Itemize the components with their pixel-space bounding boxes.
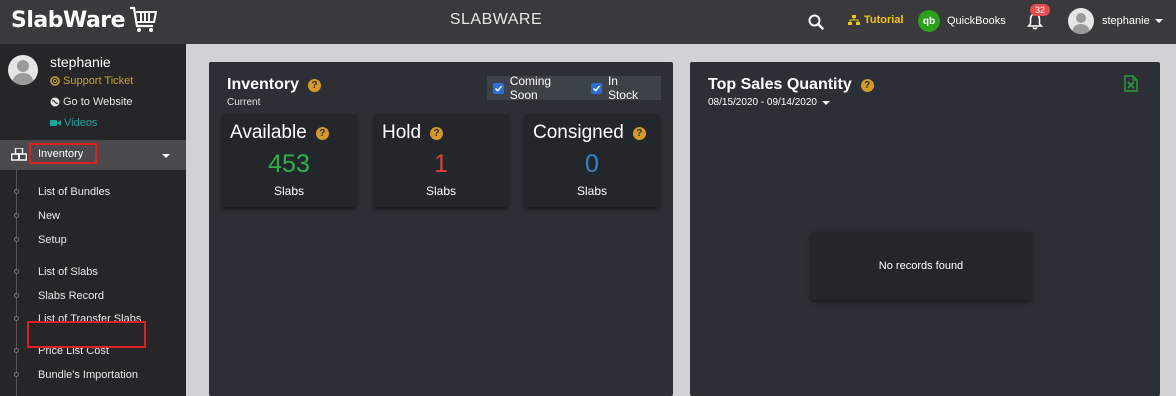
empty-state-message: No records found — [811, 232, 1031, 300]
checkbox-checked-icon — [493, 82, 504, 94]
stat-value: 0 — [585, 150, 599, 178]
submenu-bullet — [14, 348, 19, 353]
support-ticket-link[interactable]: Support Ticket — [50, 75, 133, 87]
submenu-bullet — [14, 213, 19, 218]
stat-title-text: Available — [230, 122, 307, 143]
excel-export-icon[interactable] — [1124, 75, 1138, 92]
inventory-panel: Inventory ? Current Coming Soon In Stock… — [209, 62, 673, 396]
top-sales-title: Top Sales Quantity ? — [708, 76, 874, 94]
submenu-bullet — [14, 237, 19, 242]
submenu-item-setup[interactable]: Setup — [38, 234, 67, 246]
chevron-down-icon — [1154, 19, 1163, 23]
sidebar-profile: stephanie Support Ticket Go to Website V… — [0, 44, 186, 140]
stat-title: Hold ? — [382, 122, 444, 144]
support-ticket-label: Support Ticket — [63, 75, 134, 87]
top-sales-panel: Top Sales Quantity ? 08/15/2020 - 09/14/… — [690, 62, 1160, 396]
quickbooks-link[interactable]: qb QuickBooks — [918, 10, 1006, 32]
life-ring-icon — [50, 76, 60, 86]
user-silhouette-icon — [12, 60, 34, 85]
inventory-submenu: List of Bundles New Setup List of Slabs … — [0, 170, 186, 396]
submenu-bullet — [14, 372, 19, 377]
submenu-item-slabs-record[interactable]: Slabs Record — [38, 290, 104, 302]
coming-soon-checkbox[interactable]: Coming Soon — [493, 74, 580, 102]
video-camera-icon — [50, 120, 61, 126]
search-icon[interactable] — [807, 13, 825, 31]
videos-link[interactable]: Videos — [50, 117, 97, 129]
user-silhouette-icon — [1072, 13, 1090, 34]
help-icon[interactable]: ? — [860, 78, 874, 92]
inventory-panel-title: Inventory ? — [227, 76, 322, 94]
chevron-down-icon — [162, 154, 170, 158]
stat-card-hold[interactable]: Hold ? 1 Slabs — [374, 114, 508, 207]
help-icon[interactable]: ? — [308, 78, 322, 92]
go-to-website-link[interactable]: Go to Website — [50, 96, 133, 108]
date-range-picker[interactable]: 08/15/2020 - 09/14/2020 — [708, 97, 830, 108]
in-stock-checkbox[interactable]: In Stock — [591, 74, 650, 102]
quickbooks-label: QuickBooks — [947, 15, 1006, 27]
stat-unit: Slabs — [425, 184, 457, 198]
quickbooks-icon: qb — [918, 10, 940, 32]
tutorial-link[interactable]: Tutorial — [848, 14, 904, 26]
notification-badge: 32 — [1030, 4, 1051, 16]
submenu-item-bundles-importation[interactable]: Bundle's Importation — [38, 369, 138, 381]
cubes-icon — [11, 148, 27, 161]
checkbox-checked-icon — [591, 82, 602, 94]
top-bar: SlabWare SLABWARE Tutorial qb QuickBooks — [0, 0, 1176, 44]
app-title: SLABWARE — [449, 11, 543, 28]
sitemap-icon — [848, 14, 860, 25]
inventory-title-text: Inventory — [227, 76, 300, 93]
stat-unit: Slabs — [576, 184, 608, 198]
submenu-bullet — [14, 316, 19, 321]
videos-label: Videos — [64, 117, 98, 129]
stat-value: 1 — [434, 150, 448, 178]
submenu-item-list-of-bundles[interactable]: List of Bundles — [38, 186, 110, 198]
top-sales-title-text: Top Sales Quantity — [708, 76, 852, 93]
tutorial-label: Tutorial — [864, 14, 904, 26]
stat-title-text: Hold — [382, 122, 422, 143]
date-range-text: 08/15/2020 - 09/14/2020 — [708, 97, 817, 108]
stat-unit: Slabs — [273, 184, 305, 198]
help-icon[interactable]: ? — [315, 126, 329, 140]
stat-card-consigned[interactable]: Consigned ? 0 Slabs — [525, 114, 659, 207]
chevron-down-icon — [821, 100, 830, 105]
stat-title: Consigned ? — [533, 122, 646, 144]
globe-icon — [50, 97, 60, 107]
submenu-bullet — [14, 189, 19, 194]
coming-soon-label: Coming Soon — [509, 74, 552, 102]
user-menu[interactable]: stephanie — [1068, 8, 1163, 34]
submenu-bullet — [14, 269, 19, 274]
submenu-item-new[interactable]: New — [38, 210, 60, 222]
avatar — [1068, 8, 1094, 34]
inventory-subtitle: Current — [227, 97, 261, 108]
stat-title-text: Consigned — [533, 122, 624, 143]
help-icon[interactable]: ? — [430, 126, 444, 140]
profile-avatar — [8, 55, 38, 85]
stat-title: Available ? — [230, 122, 329, 144]
go-to-website-label: Go to Website — [63, 96, 133, 108]
sidebar-item-inventory[interactable]: Inventory — [0, 140, 186, 170]
profile-name: stephanie — [50, 54, 111, 70]
sidebar-item-label: Inventory — [38, 148, 84, 160]
in-stock-label: In Stock — [607, 74, 638, 102]
bundles-importation-highlight-box — [27, 321, 146, 348]
help-icon[interactable]: ? — [632, 126, 646, 140]
inventory-filters: Coming Soon In Stock — [487, 74, 661, 102]
submenu-bullet — [14, 293, 19, 298]
submenu-tree-line — [16, 170, 17, 396]
stat-value: 453 — [268, 150, 310, 178]
user-name: stephanie — [1102, 15, 1150, 27]
submenu-item-list-of-slabs[interactable]: List of Slabs — [38, 266, 98, 278]
stat-card-available[interactable]: Available ? 453 Slabs — [222, 114, 356, 207]
